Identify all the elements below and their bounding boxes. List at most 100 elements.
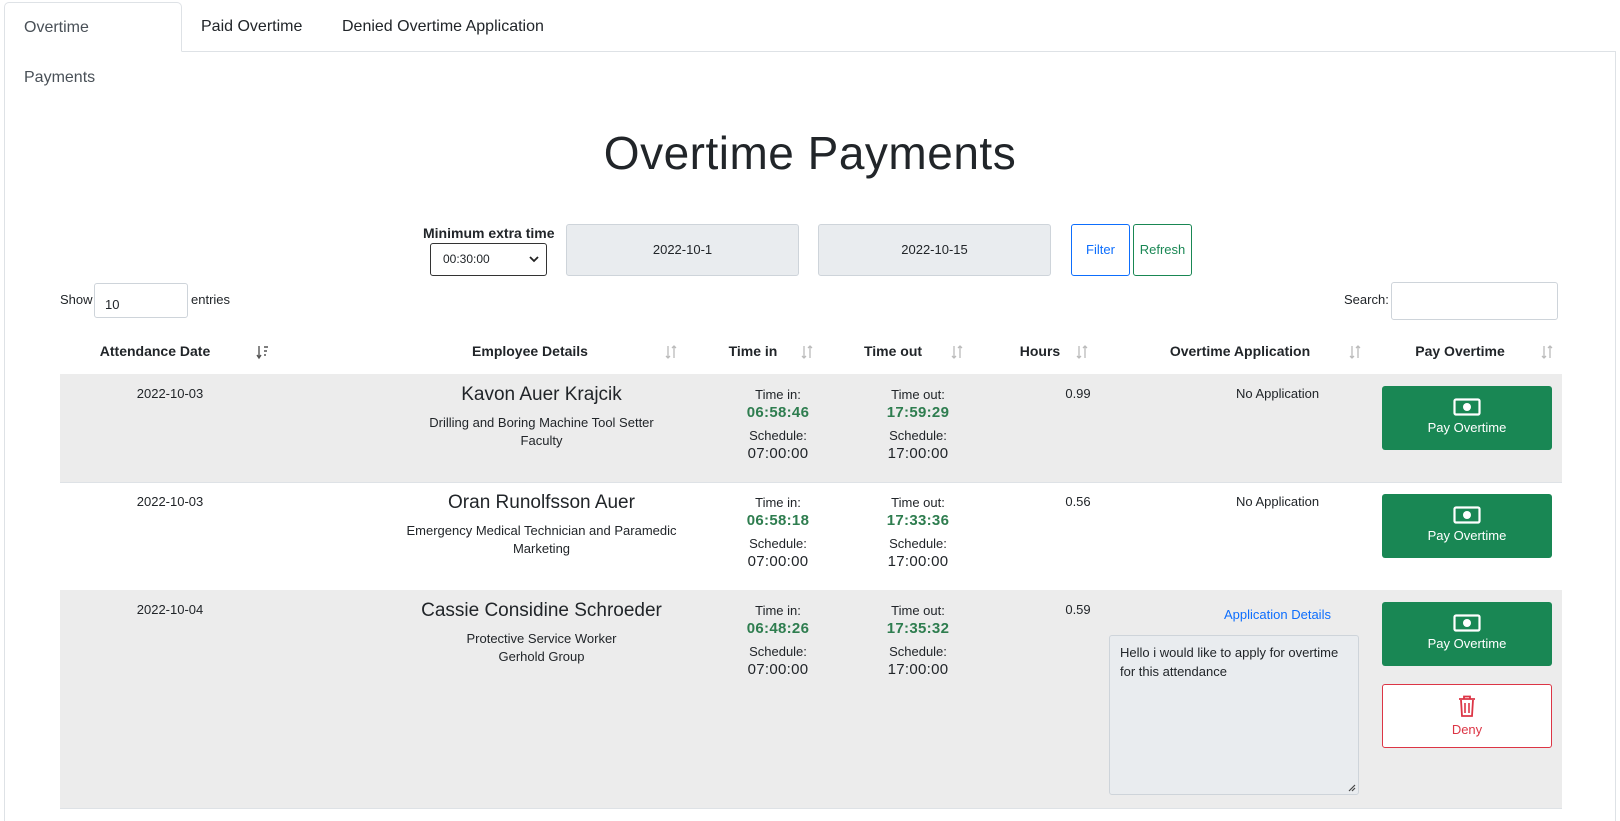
- schedule-in-value: 07:00:00: [747, 661, 809, 678]
- employee-position: Drilling and Boring Machine Tool Setter: [429, 415, 654, 430]
- col-overtime-application[interactable]: Overtime Application: [1120, 343, 1360, 359]
- time-out-cell: Time out: 17:35:32 Schedule: 17:00:00: [838, 602, 998, 680]
- pay-overtime-label: Pay Overtime: [1427, 528, 1507, 543]
- time-in-label: Time in:: [755, 495, 801, 510]
- time-out-value: 17:59:29: [886, 404, 950, 421]
- col-time-out[interactable]: Time out: [838, 343, 948, 359]
- tab-overtime-payments[interactable]: Overtime Payments: [4, 2, 182, 86]
- hours-value: 0.59: [1065, 602, 1091, 617]
- table-row: 2022-10-03 Oran Runolfsson Auer Emergenc…: [60, 482, 1562, 591]
- employee-department: Gerhold Group: [498, 649, 585, 664]
- filter-button[interactable]: Filter: [1071, 224, 1130, 276]
- time-out-cell: Time out: 17:59:29 Schedule: 17:00:00: [838, 386, 998, 464]
- time-in-label: Time in:: [755, 603, 801, 618]
- employee-position: Protective Service Worker: [466, 631, 617, 646]
- resize-grip-icon[interactable]: [1346, 782, 1356, 792]
- entries-per-page-select[interactable]: 10: [94, 283, 188, 318]
- attendance-date: 2022-10-03: [136, 386, 204, 401]
- col-attendance-date[interactable]: Attendance Date: [80, 343, 230, 359]
- schedule-out-value: 17:00:00: [887, 445, 949, 462]
- chevron-down-icon: [529, 256, 539, 263]
- employee-name: Oran Runolfsson Auer: [448, 492, 635, 513]
- search-input[interactable]: [1391, 282, 1558, 320]
- schedule-in-value: 07:00:00: [747, 553, 809, 570]
- deny-label: Deny: [1451, 722, 1483, 737]
- overtime-application-cell: Application Details: [1135, 602, 1420, 622]
- employee-name: Cassie Considine Schroeder: [421, 600, 662, 621]
- time-in-value: 06:58:46: [746, 404, 810, 421]
- schedule-label: Schedule:: [889, 644, 947, 659]
- application-message-textarea[interactable]: Hello i would like to apply for overtime…: [1109, 635, 1359, 795]
- employee-details: Oran Runolfsson Auer Emergency Medical T…: [330, 492, 753, 558]
- sort-icon[interactable]: [1348, 344, 1362, 360]
- sort-asc-icon[interactable]: [256, 344, 270, 360]
- sort-icon[interactable]: [1540, 344, 1554, 360]
- pay-overtime-label: Pay Overtime: [1427, 420, 1507, 435]
- hours-value: 0.99: [1065, 386, 1091, 401]
- application-message: Hello i would like to apply for overtime…: [1120, 645, 1339, 679]
- schedule-label: Schedule:: [749, 536, 807, 551]
- money-icon: [1453, 614, 1481, 632]
- employee-details: Cassie Considine Schroeder Protective Se…: [330, 600, 753, 666]
- pay-overtime-button[interactable]: Pay Overtime: [1382, 494, 1552, 558]
- time-in-cell: Time in: 06:48:26 Schedule: 07:00:00: [698, 602, 858, 680]
- pay-overtime-button[interactable]: Pay Overtime: [1382, 602, 1552, 666]
- employee-position: Emergency Medical Technician and Paramed…: [406, 523, 677, 538]
- time-out-value: 17:33:36: [886, 512, 950, 529]
- time-out-cell: Time out: 17:33:36 Schedule: 17:00:00: [838, 494, 998, 572]
- attendance-date: 2022-10-03: [136, 494, 204, 509]
- tab-paid-overtime[interactable]: Paid Overtime: [182, 2, 321, 50]
- overtime-application-status: No Application: [1235, 386, 1320, 401]
- page-title: Overtime Payments: [603, 127, 1017, 179]
- hours-value: 0.56: [1065, 494, 1091, 509]
- time-in-value: 06:58:18: [746, 512, 810, 529]
- employee-department: Marketing: [512, 541, 571, 556]
- sort-icon[interactable]: [664, 344, 678, 360]
- date-to-field[interactable]: 2022-10-15: [818, 224, 1051, 276]
- time-in-cell: Time in: 06:58:18 Schedule: 07:00:00: [698, 494, 858, 572]
- schedule-out-value: 17:00:00: [887, 553, 949, 570]
- min-extra-time-select[interactable]: 00:30:00: [430, 243, 547, 276]
- search-label: Search:: [1344, 292, 1389, 307]
- schedule-label: Schedule:: [749, 428, 807, 443]
- time-out-value: 17:35:32: [886, 620, 950, 637]
- refresh-button[interactable]: Refresh: [1133, 224, 1192, 276]
- time-in-value: 06:48:26: [746, 620, 810, 637]
- sort-icon[interactable]: [800, 344, 814, 360]
- deny-button[interactable]: Deny: [1382, 684, 1552, 748]
- sort-icon[interactable]: [950, 344, 964, 360]
- min-extra-time-value: 00:30:00: [443, 252, 490, 266]
- col-time-in[interactable]: Time in: [698, 343, 808, 359]
- time-in-label: Time in:: [755, 387, 801, 402]
- schedule-in-value: 07:00:00: [747, 445, 809, 462]
- min-extra-time-label: Minimum extra time: [423, 225, 555, 241]
- schedule-label: Schedule:: [889, 428, 947, 443]
- pay-overtime-button[interactable]: Pay Overtime: [1382, 386, 1552, 450]
- time-in-cell: Time in: 06:58:46 Schedule: 07:00:00: [698, 386, 858, 464]
- table-row: 2022-10-03 Kavon Auer Krajcik Drilling a…: [60, 374, 1562, 483]
- employee-name: Kavon Auer Krajcik: [461, 384, 622, 405]
- tab-bar: Overtime Payments Paid Overtime Denied O…: [4, 2, 1616, 86]
- schedule-label: Schedule:: [889, 536, 947, 551]
- pay-overtime-label: Pay Overtime: [1427, 636, 1507, 651]
- table-header: Attendance Date Employee Details Time in…: [60, 332, 1562, 376]
- application-details-link[interactable]: Application Details: [1135, 607, 1420, 622]
- time-out-label: Time out:: [891, 495, 945, 510]
- entries-label: entries: [191, 292, 231, 307]
- trash-icon: [1459, 695, 1475, 717]
- money-icon: [1453, 398, 1481, 416]
- schedule-out-value: 17:00:00: [887, 661, 949, 678]
- schedule-label: Schedule:: [749, 644, 807, 659]
- table-row: 2022-10-04 Cassie Considine Schroeder Pr…: [60, 590, 1562, 809]
- overtime-application-status: No Application: [1235, 494, 1320, 509]
- money-icon: [1453, 506, 1481, 524]
- employee-department: Faculty: [520, 433, 563, 448]
- show-label: Show: [60, 292, 93, 307]
- employee-details: Kavon Auer Krajcik Drilling and Boring M…: [330, 384, 753, 450]
- time-out-label: Time out:: [891, 603, 945, 618]
- tab-denied-overtime-application[interactable]: Denied Overtime Application: [323, 2, 563, 50]
- sort-icon[interactable]: [1075, 344, 1089, 360]
- col-pay-overtime[interactable]: Pay Overtime: [1380, 343, 1540, 359]
- attendance-date: 2022-10-04: [136, 602, 204, 617]
- date-from-field[interactable]: 2022-10-1: [566, 224, 799, 276]
